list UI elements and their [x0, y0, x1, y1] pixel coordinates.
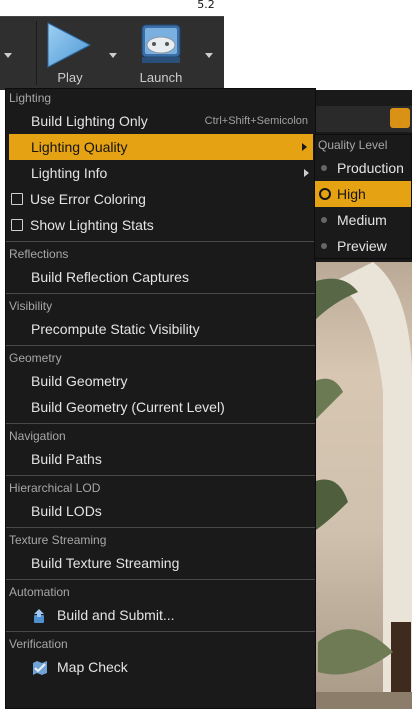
build-texture-streaming-label: Build Texture Streaming [31, 555, 180, 571]
quality-option-label: Preview [337, 238, 387, 254]
launch-label: Launch [139, 70, 183, 85]
chevron-right-icon [302, 143, 307, 151]
play-button[interactable]: Play [38, 17, 102, 91]
build-lighting-only-label: Build Lighting Only [31, 113, 148, 129]
chevron-right-icon [304, 169, 309, 177]
radio-dot-icon [321, 165, 327, 171]
chevron-down-icon [109, 53, 117, 58]
viewport-settings-icon[interactable] [390, 108, 410, 128]
build-lods-label: Build LODs [31, 503, 102, 519]
quality-level-submenu: Quality Level Production High Medium Pre… [314, 134, 412, 259]
lighting-quality-label: Lighting Quality [31, 139, 128, 155]
map-check-icon [33, 661, 47, 675]
section-header-navigation: Navigation [9, 429, 66, 443]
build-geometry-label: Build Geometry [31, 373, 128, 389]
section-header-reflections: Reflections [9, 247, 69, 261]
menu-divider [6, 527, 315, 528]
quality-level-header: Quality Level [318, 138, 388, 152]
build-submit-icon [34, 609, 44, 623]
build-paths-item[interactable]: Build Paths [6, 446, 315, 472]
section-header-verification: Verification [9, 637, 68, 651]
radio-dot-icon [321, 217, 327, 223]
show-lighting-stats-item[interactable]: Show Lighting Stats [6, 212, 315, 238]
lighting-info-item[interactable]: Lighting Info [6, 160, 315, 186]
quality-option-medium[interactable]: Medium [315, 207, 411, 233]
lighting-info-label: Lighting Info [31, 165, 108, 181]
quality-option-production[interactable]: Production [315, 155, 411, 181]
viewport-scene[interactable] [313, 262, 412, 709]
build-lighting-shortcut: Ctrl+Shift+Semicolon [204, 115, 308, 127]
build-and-submit-item[interactable]: Build and Submit... [6, 602, 315, 628]
radio-dot-icon [321, 243, 327, 249]
precompute-static-visibility-item[interactable]: Precompute Static Visibility [6, 316, 315, 342]
build-lods-item[interactable]: Build LODs [6, 498, 315, 524]
use-error-coloring-checkbox[interactable] [11, 193, 23, 205]
chevron-down-icon [205, 53, 213, 58]
menu-divider [6, 475, 315, 476]
show-lighting-stats-label: Show Lighting Stats [30, 217, 154, 233]
launch-button[interactable]: Launch [124, 17, 198, 91]
map-check-item[interactable]: Map Check [6, 654, 315, 680]
scene-illustration [313, 262, 412, 709]
quality-option-high[interactable]: High [315, 181, 411, 207]
menu-divider [6, 241, 315, 242]
quality-option-label: High [337, 186, 366, 202]
lighting-quality-item[interactable]: Lighting Quality [9, 134, 313, 160]
toolbar-prev-dropdown[interactable] [0, 17, 14, 91]
show-lighting-stats-checkbox[interactable] [11, 219, 23, 231]
precompute-static-visibility-label: Precompute Static Visibility [31, 321, 200, 337]
play-label: Play [57, 70, 83, 85]
build-geometry-current-level-item[interactable]: Build Geometry (Current Level) [6, 394, 315, 420]
toolbar: Play Launch [0, 16, 224, 90]
build-menu: Lighting Build Lighting Only Ctrl+Shift+… [5, 88, 316, 709]
build-geometry-current-level-label: Build Geometry (Current Level) [31, 399, 225, 415]
launch-options-dropdown[interactable] [200, 17, 218, 91]
section-header-lighting: Lighting [9, 91, 52, 105]
menu-divider [6, 579, 315, 580]
section-header-texture-streaming: Texture Streaming [9, 533, 107, 547]
use-error-coloring-label: Use Error Coloring [30, 191, 146, 207]
section-header-hlod: Hierarchical LOD [9, 481, 101, 495]
play-options-dropdown[interactable] [104, 17, 122, 91]
build-reflection-captures-label: Build Reflection Captures [31, 269, 189, 285]
build-reflection-captures-item[interactable]: Build Reflection Captures [6, 264, 315, 290]
section-header-automation: Automation [9, 585, 70, 599]
gamepad-icon [141, 24, 181, 63]
menu-divider [6, 293, 315, 294]
menu-divider [6, 423, 315, 424]
top-caption: 5.2 [0, 0, 412, 16]
build-and-submit-label: Build and Submit... [57, 607, 175, 623]
section-header-visibility: Visibility [9, 299, 53, 313]
section-header-geometry: Geometry [9, 351, 62, 365]
menu-divider [6, 631, 315, 632]
quality-option-label: Medium [337, 212, 387, 228]
play-icon [47, 22, 92, 68]
chevron-down-icon [4, 53, 12, 58]
build-texture-streaming-item[interactable]: Build Texture Streaming [6, 550, 315, 576]
build-paths-label: Build Paths [31, 451, 102, 467]
use-error-coloring-item[interactable]: Use Error Coloring [6, 186, 315, 212]
build-geometry-item[interactable]: Build Geometry [6, 368, 315, 394]
quality-option-preview[interactable]: Preview [315, 233, 411, 259]
toolbar-separator [36, 21, 37, 85]
quality-option-label: Production [337, 160, 404, 176]
radio-selected-icon [319, 188, 331, 200]
map-check-label: Map Check [57, 659, 128, 675]
build-lighting-only-item[interactable]: Build Lighting Only Ctrl+Shift+Semicolon [6, 108, 315, 134]
menu-divider [6, 345, 315, 346]
